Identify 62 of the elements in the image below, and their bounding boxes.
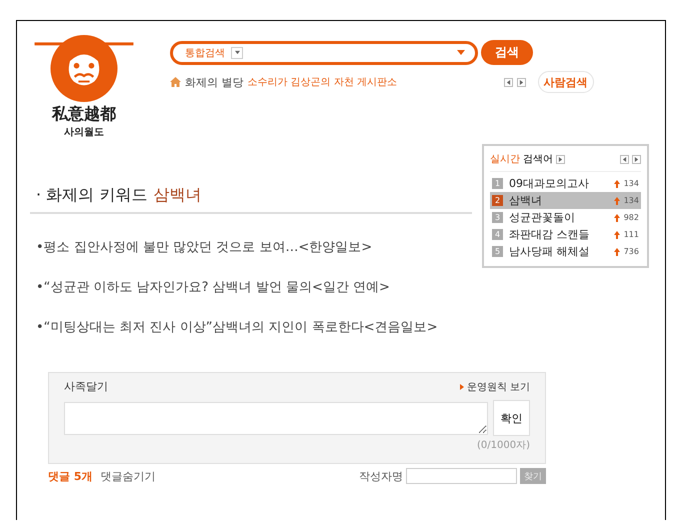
rising-icon: [614, 230, 620, 238]
news-link[interactable]: •평소 집안사정에 불만 많았던 것으로 보여…<한양일보>: [30, 214, 472, 256]
rising-icon: [614, 214, 620, 222]
comment-count: 댓글 5개: [48, 468, 92, 484]
keyword-text: 09대과모의고사: [509, 176, 590, 191]
logo-title: 私意越都: [52, 104, 116, 125]
next-button[interactable]: [516, 78, 526, 86]
keyword-row[interactable]: 2 삼백녀 134: [490, 192, 641, 209]
search-count: 111: [624, 230, 639, 239]
search-scope-label[interactable]: 통합검색: [185, 46, 225, 60]
triangle-icon: [558, 156, 564, 162]
rules-link[interactable]: 운영원칙 보기: [460, 380, 530, 394]
panel-title: 실시간 검색어: [490, 153, 554, 166]
rising-icon: [614, 180, 620, 188]
caret-icon[interactable]: [457, 50, 465, 55]
search-count: 982: [624, 213, 639, 222]
home-icon: [170, 77, 181, 87]
keyword-row[interactable]: 5 남사당패 해체설 736: [490, 243, 641, 260]
hide-comments-link[interactable]: 댓글숨기기: [100, 468, 156, 484]
news-link[interactable]: •“미팅상대는 최저 진사 이상”삼백녀의 지인이 폭로한다<견음일보>: [30, 296, 472, 336]
keyword-row[interactable]: 4 좌판대감 스캔들 111: [490, 226, 641, 243]
keyword-text: 삼백녀: [509, 193, 543, 208]
comment-field[interactable]: [64, 402, 488, 434]
author-label: 작성자명: [359, 468, 403, 484]
search-button[interactable]: 검색: [481, 40, 533, 65]
news-link[interactable]: •“성균관 이하도 남자인가요? 삼백녀 발언 물의<일간 연예>: [30, 256, 472, 296]
logo-subtitle: 사의월도: [64, 126, 104, 139]
search-count: 134: [624, 196, 639, 205]
rank-number: 3: [492, 212, 503, 223]
triangle-icon: [234, 50, 240, 55]
triangle-icon: [634, 156, 639, 162]
more-button[interactable]: [556, 154, 566, 164]
previous-button[interactable]: [620, 154, 629, 164]
next-button[interactable]: [632, 154, 641, 164]
rank-number: 1: [492, 178, 503, 189]
confirm-button[interactable]: 확인: [493, 400, 530, 436]
triangle-icon: [506, 80, 510, 84]
rank-number: 4: [492, 229, 503, 240]
search-field[interactable]: 통합검색: [170, 40, 478, 64]
author-field[interactable]: [406, 468, 517, 484]
rising-icon: [614, 248, 620, 256]
keyword-row[interactable]: 3 성균관꽃돌이 982: [490, 209, 641, 226]
comment-label: 사족달기: [64, 379, 108, 394]
keyword-text: 좌판대감 스캔들: [509, 227, 590, 242]
keyword-text: 남사당패 해체설: [509, 244, 590, 259]
rising-icon: [614, 196, 620, 204]
search-count: 736: [624, 247, 639, 256]
triangle-icon: [622, 156, 627, 162]
rank-number: 5: [492, 246, 503, 257]
keyword-row[interactable]: 1 09대과모의고사 134: [490, 175, 641, 192]
triangle-icon: [518, 80, 524, 84]
rank-number: 2: [492, 195, 503, 206]
headline-link[interactable]: 소수리가 김상곤의 자천 게시판소: [248, 75, 424, 89]
keyword-heading: · 화제의 키워드 삼백녀: [30, 185, 472, 214]
topic-label: 화제의 별당: [185, 74, 244, 90]
character-counter: (0/1000자): [477, 439, 530, 452]
people-search-button[interactable]: 사람검색: [538, 71, 594, 93]
previous-button[interactable]: [504, 78, 512, 86]
scope-dropdown-button[interactable]: [231, 46, 243, 58]
keyword-text: 성균관꽃돌이: [509, 210, 576, 225]
search-count: 134: [624, 179, 639, 188]
chevron-icon: [460, 384, 464, 390]
